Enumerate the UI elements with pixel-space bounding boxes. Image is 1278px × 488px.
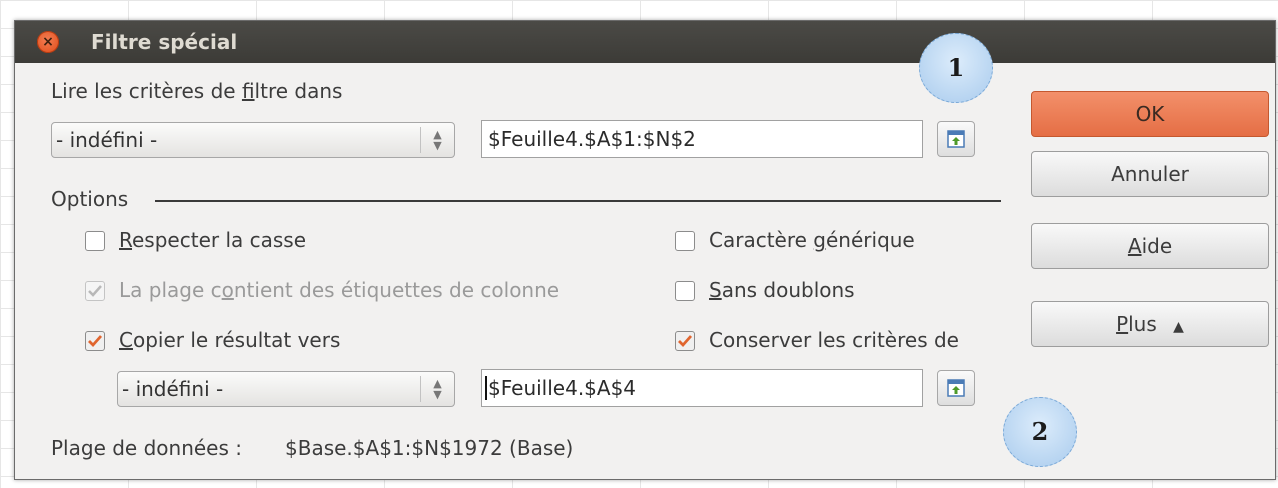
copy-results-checkbox[interactable] <box>85 331 105 351</box>
criteria-shrink-button[interactable] <box>937 121 975 157</box>
close-icon: × <box>42 34 54 50</box>
no-duplicates-label: Sans doublons <box>709 278 855 302</box>
contains-headers-label: La plage contient des étiquettes de colo… <box>119 278 560 302</box>
help-button[interactable]: Aide <box>1031 223 1269 269</box>
no-duplicates-checkbox[interactable] <box>675 281 695 301</box>
more-button[interactable]: Plus ▲ <box>1031 301 1269 347</box>
text-cursor <box>485 376 487 400</box>
dialog-title: Filtre spécial <box>91 30 238 54</box>
combo-spin-icon: ▲ ▼ <box>420 127 454 153</box>
contains-headers-checkbox[interactable] <box>85 281 105 301</box>
callout-2: 2 <box>1003 397 1077 467</box>
title-bar: × Filtre spécial <box>15 21 1275 63</box>
criteria-label: Lire les critères de filtre dans <box>51 79 343 103</box>
options-heading: Options <box>51 187 129 211</box>
case-sensitive-checkbox[interactable] <box>85 231 105 251</box>
keep-criteria-checkbox[interactable] <box>675 331 695 351</box>
ok-button[interactable]: OK <box>1031 91 1269 137</box>
criteria-source-combo[interactable]: - indéfini - ▲ ▼ <box>51 122 455 158</box>
combo-spin-icon: ▲ ▼ <box>420 376 454 402</box>
wildcard-label: Caractère générique <box>709 228 915 252</box>
close-button[interactable]: × <box>37 31 59 53</box>
checkmark-icon <box>88 335 103 348</box>
copy-target-shrink-button[interactable] <box>937 370 975 406</box>
checkmark-icon <box>88 285 102 297</box>
case-sensitive-label: Respecter la casse <box>119 228 307 252</box>
copy-results-label: Copier le résultat vers <box>119 328 341 352</box>
criteria-range-input[interactable]: $Feuille4.$A$1:$N$2 <box>481 120 923 158</box>
data-range-value: $Base.$A$1:$N$1972 (Base) <box>285 436 574 460</box>
checkmark-icon <box>678 335 693 348</box>
chevron-up-icon: ▲ <box>1173 319 1184 335</box>
data-range-label: Plage de données : <box>51 436 242 460</box>
filter-dialog: × Filtre spécial Lire les critères de fi… <box>14 20 1276 480</box>
options-separator <box>155 200 1001 202</box>
shrink-icon <box>947 379 965 397</box>
wildcard-checkbox[interactable] <box>675 231 695 251</box>
shrink-icon <box>947 130 965 148</box>
copy-target-combo[interactable]: - indéfini - ▲ ▼ <box>117 371 455 407</box>
cancel-button[interactable]: Annuler <box>1031 151 1269 197</box>
keep-criteria-label: Conserver les critères de <box>709 328 959 352</box>
copy-target-range-input[interactable]: $Feuille4.$A$4 <box>481 369 923 407</box>
callout-1: 1 <box>919 33 993 103</box>
